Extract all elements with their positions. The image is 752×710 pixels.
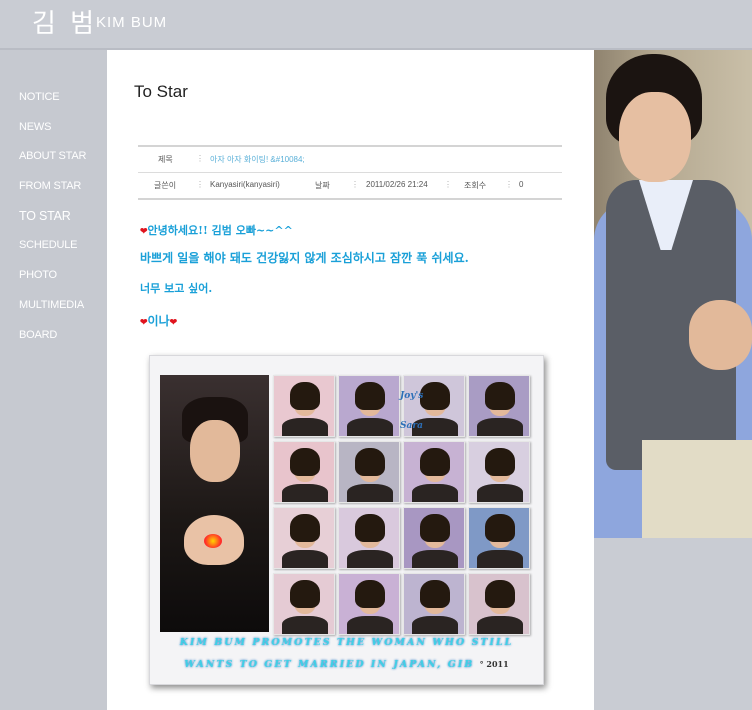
date-label: 날짜 xyxy=(315,181,330,190)
nav-to-star[interactable]: TO STAR xyxy=(19,209,86,239)
post-info-row: 글쓴이 ⋮ Kanyasiri(kanyasiri) 날짜 ⋮ 2011/02/… xyxy=(138,172,562,200)
arm-shape xyxy=(689,300,752,370)
heart-icon xyxy=(204,534,222,548)
heart-icon: ❤ xyxy=(140,318,148,328)
views-value: 0 xyxy=(519,180,524,189)
message-line-2: 바쁘게 일을 해야 돼도 건강잃지 않게 조심하시고 잠깐 푹 쉬세요. xyxy=(140,251,469,265)
face-shape xyxy=(190,420,240,482)
site-logo-english[interactable]: KIM BUM xyxy=(96,14,167,31)
artist-photo xyxy=(594,50,752,538)
separator: ⋮ xyxy=(196,154,204,163)
collage-thumb xyxy=(338,507,400,569)
signature-line: ❤이나❤ xyxy=(140,312,177,329)
collage-thumb xyxy=(403,441,465,503)
collage-thumb xyxy=(273,375,335,437)
heart-icon: ❤ xyxy=(140,227,148,237)
nav-news[interactable]: NEWS xyxy=(19,120,86,150)
collage-main-photo xyxy=(160,375,269,632)
nav-multimedia[interactable]: MULTIMEDIA xyxy=(19,298,86,328)
separator: ⋮ xyxy=(196,180,204,189)
separator: ⋮ xyxy=(351,180,359,189)
views-label: 조회수 xyxy=(464,181,487,190)
message-text: 안녕하세요!! 김범 오빠~~^^ xyxy=(147,224,293,237)
caption-year: ° 2011 xyxy=(479,659,509,669)
collage-vertical-text: Joy's Sara xyxy=(400,381,423,441)
caption-text: WANTS TO GET MARRIED IN JAPAN, GIB xyxy=(184,659,475,670)
date-value: 2011/02/26 21:24 xyxy=(366,180,428,189)
collage-thumb xyxy=(403,507,465,569)
collage-thumb xyxy=(468,573,530,635)
message-line-3: 너무 보고 싶어. xyxy=(140,282,213,295)
collage-thumb xyxy=(338,441,400,503)
pants-shape xyxy=(642,440,752,538)
message-line-1: ❤안녕하세요!! 김범 오빠~~^^ xyxy=(140,222,293,238)
sidebar: NOTICE NEWS ABOUT STAR FROM STAR TO STAR… xyxy=(0,50,107,710)
collage-thumb xyxy=(468,441,530,503)
collage-thumb xyxy=(273,507,335,569)
post-title-label: 제목 xyxy=(158,155,173,164)
site-logo-korean[interactable]: 김 범 xyxy=(32,3,97,40)
separator: ⋮ xyxy=(505,180,513,189)
nav-from-star[interactable]: FROM STAR xyxy=(19,179,86,209)
collage-thumb xyxy=(468,507,530,569)
post-title-value: 아자 아자 화이팅! &#10084; xyxy=(210,155,305,164)
site-header: 김 범 KIM BUM xyxy=(0,0,752,48)
post-meta: 제목 ⋮ 아자 아자 화이팅! &#10084; 글쓴이 ⋮ Kanyasiri… xyxy=(138,145,562,200)
separator: ⋮ xyxy=(444,180,452,189)
nav-schedule[interactable]: SCHEDULE xyxy=(19,238,86,268)
sidebar-nav: NOTICE NEWS ABOUT STAR FROM STAR TO STAR… xyxy=(19,90,86,357)
collage-thumb xyxy=(468,375,530,437)
nav-photo[interactable]: PHOTO xyxy=(19,268,86,298)
page-title: To Star xyxy=(134,82,188,101)
face-shape xyxy=(619,92,691,182)
signature-text: 이나 xyxy=(147,314,170,328)
photo-collage: Joy's Sara KIM BUM PROMOTES THE WOMAN WH… xyxy=(149,355,544,685)
post-title-row: 제목 ⋮ 아자 아자 화이팅! &#10084; xyxy=(138,145,562,172)
nav-notice[interactable]: NOTICE xyxy=(19,90,86,120)
collage-thumb xyxy=(403,573,465,635)
collage-thumb xyxy=(273,573,335,635)
collage-thumb xyxy=(338,573,400,635)
nav-about-star[interactable]: ABOUT STAR xyxy=(19,149,86,179)
collage-caption-line-1: KIM BUM PROMOTES THE WOMAN WHO STILL xyxy=(179,637,514,648)
author-value[interactable]: Kanyasiri(kanyasiri) xyxy=(210,180,280,189)
heart-icon: ❤ xyxy=(169,318,178,328)
collage-caption-line-2: WANTS TO GET MARRIED IN JAPAN, GIB ° 201… xyxy=(150,659,543,670)
collage-thumb xyxy=(338,375,400,437)
author-label: 글쓴이 xyxy=(154,181,177,190)
nav-board[interactable]: BOARD xyxy=(19,328,86,358)
collage-thumb xyxy=(273,441,335,503)
